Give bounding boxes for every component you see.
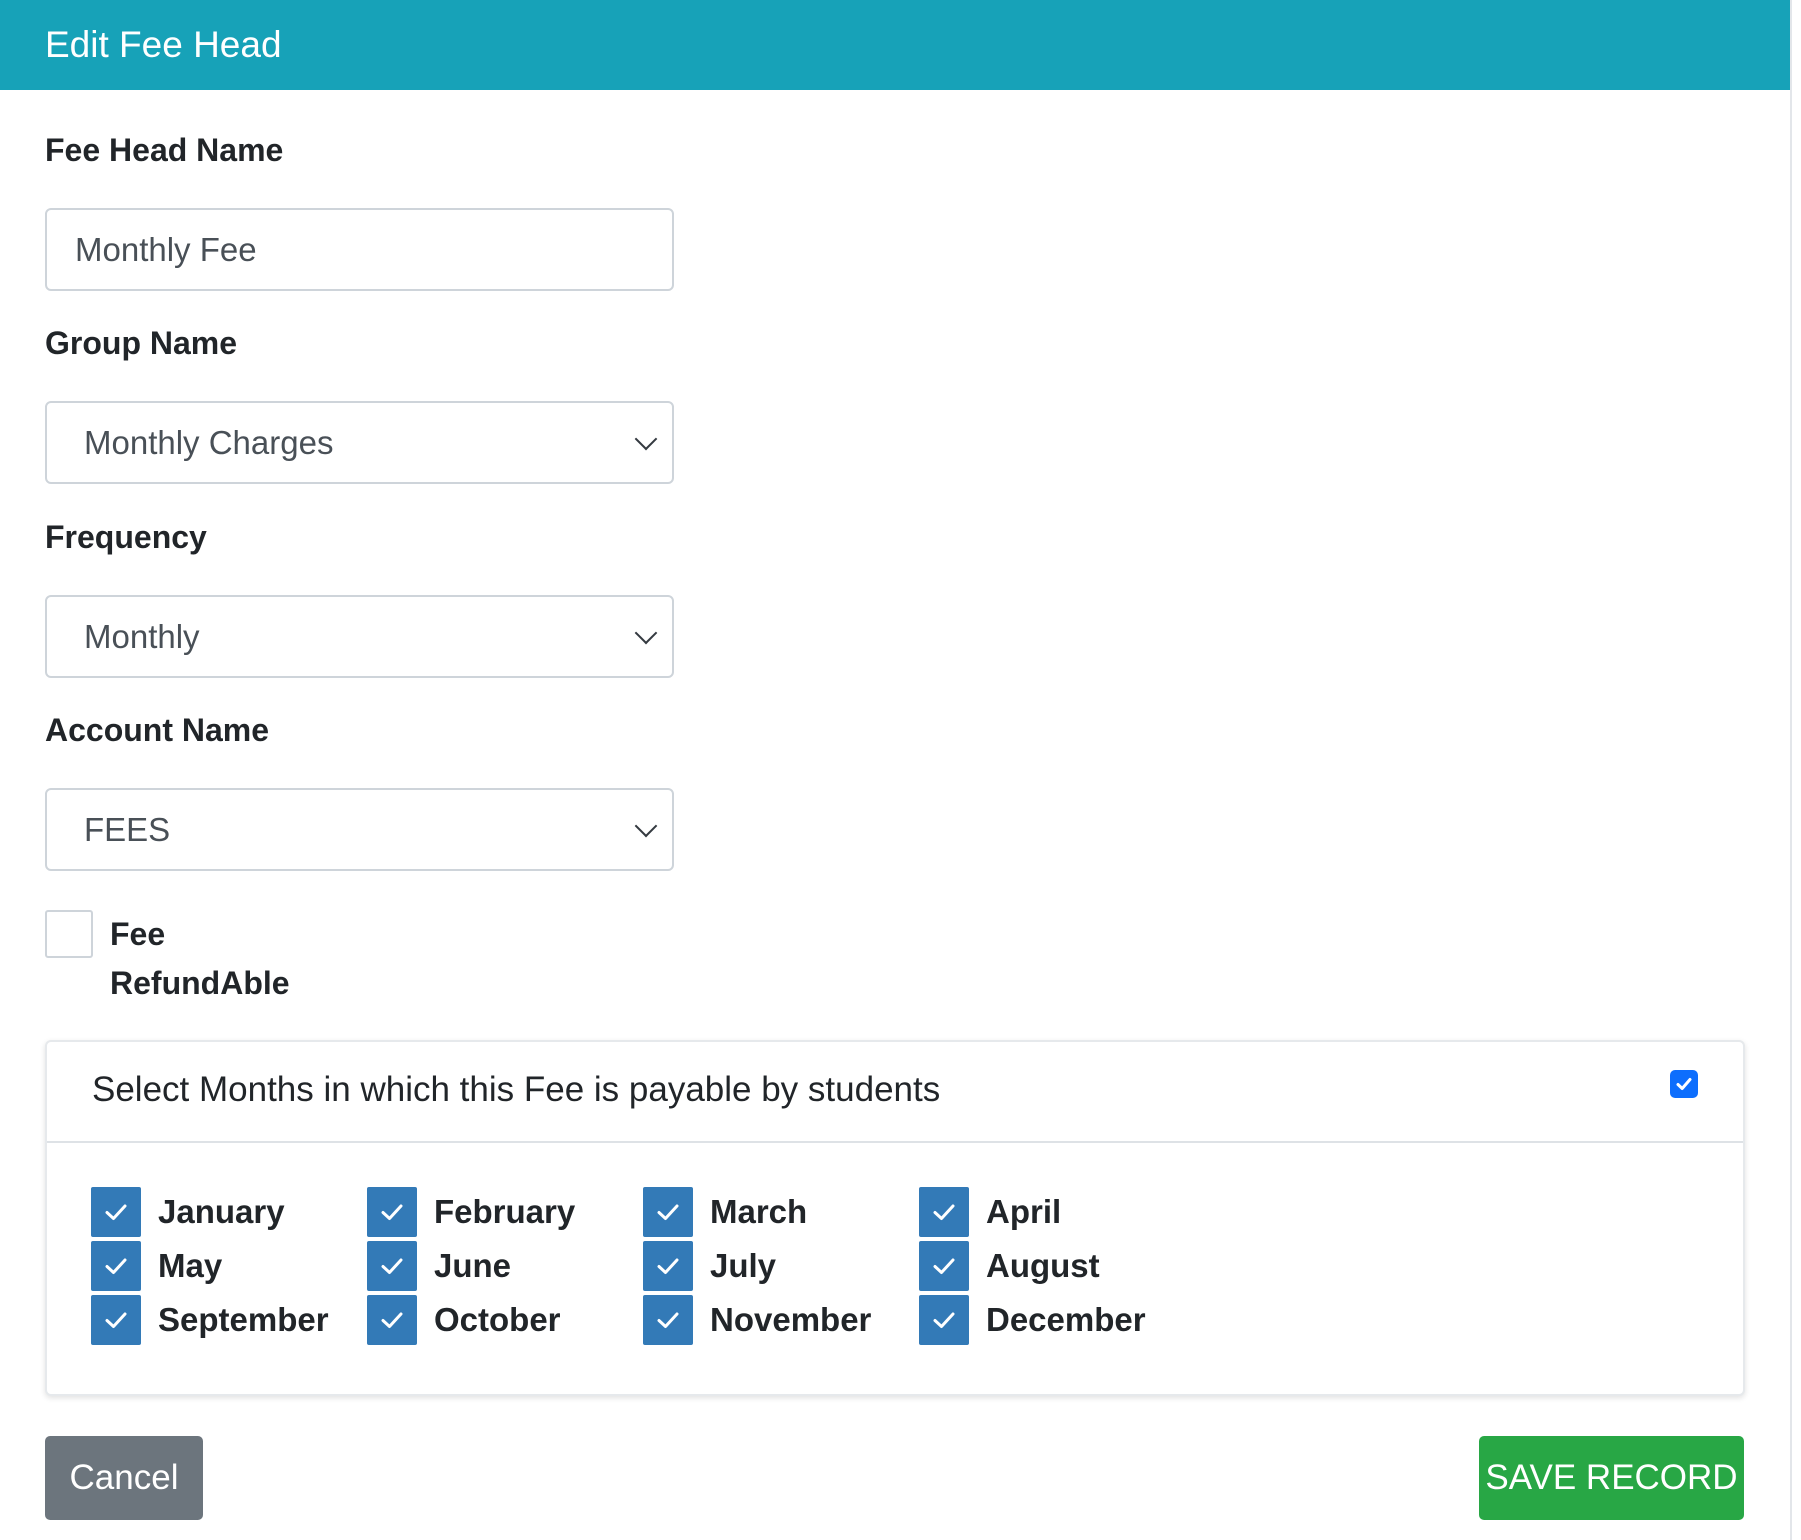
chevron-down-icon (634, 814, 658, 837)
modal-header: Edit Fee Head (0, 0, 1790, 90)
month-item-february[interactable]: February (367, 1186, 575, 1238)
fee-head-name-input[interactable]: Monthly Fee (45, 208, 674, 291)
month-label: December (986, 1301, 1146, 1338)
fee-refundable-checkbox[interactable] (45, 910, 93, 958)
month-label: May (158, 1247, 223, 1284)
account-name-value: FEES (84, 810, 171, 848)
month-checkbox-february[interactable] (367, 1187, 417, 1237)
month-label: January (158, 1193, 285, 1230)
month-item-march[interactable]: March (643, 1186, 807, 1238)
month-checkbox-may[interactable] (91, 1241, 141, 1291)
month-checkbox-july[interactable] (643, 1241, 693, 1291)
month-checkbox-october[interactable] (367, 1295, 417, 1345)
check-icon (381, 1204, 403, 1220)
month-label: March (710, 1193, 808, 1230)
month-item-june[interactable]: June (367, 1240, 511, 1292)
check-icon (933, 1258, 955, 1274)
months-card: Select Months in which this Fee is payab… (45, 1040, 1745, 1396)
check-icon (381, 1258, 403, 1274)
fee-refundable-label-line2: RefundAble (110, 965, 290, 1001)
edit-fee-head-modal: Edit Fee Head Fee Head Name Monthly Fee … (0, 0, 1792, 1540)
frequency-label: Frequency (45, 519, 207, 555)
month-item-november[interactable]: November (643, 1294, 871, 1346)
month-label: June (434, 1247, 512, 1284)
cancel-button[interactable]: Cancel (45, 1436, 203, 1520)
month-checkbox-august[interactable] (919, 1241, 969, 1291)
check-icon (657, 1312, 679, 1328)
month-checkbox-december[interactable] (919, 1295, 969, 1345)
chevron-down-icon (634, 621, 658, 644)
month-checkbox-september[interactable] (91, 1295, 141, 1345)
month-label: August (986, 1247, 1100, 1284)
month-item-august[interactable]: August (919, 1240, 1100, 1292)
check-icon (381, 1312, 403, 1328)
check-icon (105, 1312, 127, 1328)
select-all-months-checkbox[interactable] (1670, 1070, 1698, 1098)
fee-head-name-label: Fee Head Name (45, 132, 284, 168)
fee-refundable-label-line1: Fee (110, 916, 166, 952)
months-card-header: Select Months in which this Fee is payab… (47, 1042, 1743, 1143)
check-icon (933, 1204, 955, 1220)
month-checkbox-april[interactable] (919, 1187, 969, 1237)
month-label: February (434, 1193, 576, 1230)
month-item-january[interactable]: January (91, 1186, 285, 1238)
fee-head-name-value: Monthly Fee (75, 230, 257, 268)
month-label: July (710, 1247, 777, 1284)
month-label: September (158, 1301, 329, 1338)
group-name-value: Monthly Charges (84, 423, 334, 461)
check-icon (657, 1204, 679, 1220)
months-card-title: Select Months in which this Fee is payab… (92, 1070, 941, 1109)
month-label: October (434, 1301, 561, 1338)
check-icon (933, 1312, 955, 1328)
month-item-may[interactable]: May (91, 1240, 222, 1292)
month-item-december[interactable]: December (919, 1294, 1146, 1346)
save-record-button[interactable]: SAVE RECORD (1479, 1436, 1744, 1520)
month-label: November (710, 1301, 872, 1338)
month-item-october[interactable]: October (367, 1294, 561, 1346)
account-name-select[interactable]: FEES (45, 788, 674, 871)
frequency-select[interactable]: Monthly (45, 595, 674, 678)
chevron-down-icon (634, 427, 658, 450)
check-icon (1676, 1078, 1692, 1090)
check-icon (105, 1204, 127, 1220)
account-name-label: Account Name (45, 712, 270, 748)
group-name-select[interactable]: Monthly Charges (45, 401, 674, 484)
month-checkbox-november[interactable] (643, 1295, 693, 1345)
group-name-label: Group Name (45, 325, 238, 361)
month-item-april[interactable]: April (919, 1186, 1061, 1238)
month-item-september[interactable]: September (91, 1294, 329, 1346)
month-checkbox-june[interactable] (367, 1241, 417, 1291)
month-checkbox-january[interactable] (91, 1187, 141, 1237)
modal-title: Edit Fee Head (45, 24, 282, 65)
fee-refundable-label: Fee RefundAble (110, 910, 330, 1008)
month-label: April (986, 1193, 1062, 1230)
month-checkbox-march[interactable] (643, 1187, 693, 1237)
month-item-july[interactable]: July (643, 1240, 776, 1292)
check-icon (657, 1258, 679, 1274)
frequency-value: Monthly (84, 617, 200, 655)
check-icon (105, 1258, 127, 1274)
